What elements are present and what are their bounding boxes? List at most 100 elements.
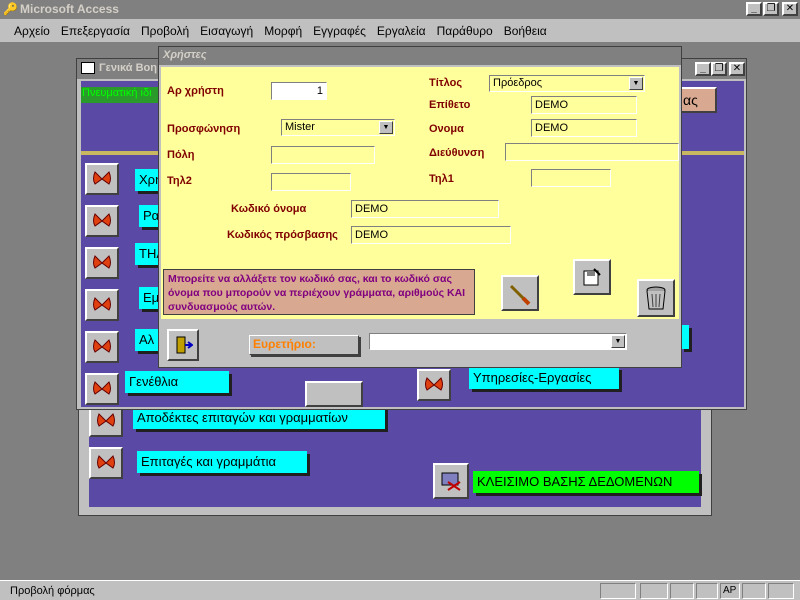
users-form-body: Αρ χρήστη 1 Τίτλος Πρόεδρος ▼ Επίθετο DE… bbox=[161, 67, 679, 319]
exit-door-icon bbox=[176, 336, 193, 354]
users-title: Χρήστες bbox=[163, 49, 207, 61]
menu-edit[interactable]: Επεξεργασία bbox=[61, 24, 130, 38]
phones-menu-button[interactable] bbox=[85, 247, 119, 279]
name-label: Ονομα bbox=[429, 123, 464, 135]
minimize-button[interactable]: _ bbox=[746, 2, 762, 16]
codename-field[interactable]: DEMO bbox=[351, 200, 499, 218]
surname-label: Επίθετο bbox=[429, 99, 471, 111]
menu-tools[interactable]: Εργαλεία bbox=[377, 24, 426, 38]
status-pane-6 bbox=[742, 583, 766, 599]
chevron-down-icon[interactable]: ▼ bbox=[379, 121, 393, 134]
cheques-recipients-label[interactable]: Αποδέκτες επιταγών και γραμματίων bbox=[133, 407, 385, 429]
delete-record-button[interactable] bbox=[637, 279, 675, 317]
address-label: Διεύθυνση bbox=[429, 147, 485, 159]
butterfly-icon bbox=[93, 213, 111, 227]
phone1-label: Τηλ1 bbox=[429, 173, 454, 185]
mid-maximize-button[interactable]: ❐ bbox=[711, 62, 727, 76]
hidden-button[interactable] bbox=[305, 381, 363, 407]
index-dropdown[interactable]: ▼ bbox=[369, 333, 627, 350]
codename-label: Κωδικό όνομα bbox=[231, 203, 307, 215]
close-database-button[interactable] bbox=[433, 463, 469, 499]
name-field[interactable]: DEMO bbox=[531, 119, 637, 137]
menu-bar: Αρχείο Επεξεργασία Προβολή Εισαγωγή Μορφ… bbox=[0, 20, 800, 42]
title-dropdown[interactable]: Πρόεδρος ▼ bbox=[489, 75, 645, 92]
about-button[interactable]: ας bbox=[679, 87, 717, 113]
menu-button-2[interactable] bbox=[85, 205, 119, 237]
password-info-note: Μπορείτε να αλλάξετε τον κωδικό σας, και… bbox=[163, 269, 475, 315]
butterfly-icon bbox=[93, 171, 111, 185]
status-pane-3 bbox=[670, 583, 694, 599]
menu-format[interactable]: Μορφή bbox=[264, 24, 302, 38]
butterfly-icon bbox=[93, 297, 111, 311]
middle-form-title: Γενικά Βοη bbox=[99, 62, 157, 74]
restore-button[interactable]: ❐ bbox=[763, 2, 779, 16]
butterfly-icon bbox=[97, 413, 115, 427]
butterfly-icon bbox=[93, 381, 111, 395]
status-text: Προβολή φόρμας bbox=[10, 585, 95, 597]
users-menu-button[interactable] bbox=[85, 163, 119, 195]
status-mode: AP bbox=[720, 583, 740, 599]
user-no-field[interactable]: 1 bbox=[271, 82, 327, 100]
phone1-field[interactable] bbox=[531, 169, 611, 187]
index-label: Ευρετήριο: bbox=[249, 335, 359, 355]
surname-field[interactable]: DEMO bbox=[531, 96, 637, 114]
menu-button-4[interactable] bbox=[85, 289, 119, 321]
services-menu-button[interactable] bbox=[417, 369, 451, 401]
city-label: Πόλη bbox=[167, 149, 195, 161]
status-pane-2 bbox=[640, 583, 668, 599]
save-record-button[interactable] bbox=[573, 259, 611, 295]
app-title-bar: 🔑 Microsoft Access _ ❐ ✕ bbox=[0, 0, 800, 19]
title-dropdown-value: Πρόεδρος bbox=[493, 77, 543, 89]
users-footer: Ευρετήριο: ▼ bbox=[161, 319, 679, 367]
menu-insert[interactable]: Εισαγωγή bbox=[200, 24, 253, 38]
access-key-icon: 🔑 bbox=[3, 2, 18, 16]
title-label: Τίτλος bbox=[429, 77, 463, 89]
salutation-dropdown[interactable]: Mister ▼ bbox=[281, 119, 395, 136]
chevron-down-icon[interactable]: ▼ bbox=[629, 77, 643, 90]
users-title-bar: Χρήστες bbox=[159, 47, 681, 65]
city-field[interactable] bbox=[271, 146, 375, 164]
menu-file[interactable]: Αρχείο bbox=[14, 24, 50, 38]
trash-icon bbox=[646, 286, 666, 310]
birthdays-menu-button[interactable] bbox=[85, 373, 119, 405]
status-pane-4 bbox=[696, 583, 718, 599]
salutation-label: Προσφώνηση bbox=[167, 123, 241, 135]
birthdays-menu-label[interactable]: Γενέθλια bbox=[125, 371, 229, 393]
close-database-label[interactable]: ΚΛΕΙΣΙΜΟ ΒΑΣΗΣ ΔΕΔΟΜΕΝΩΝ bbox=[473, 471, 699, 493]
butterfly-icon bbox=[425, 377, 443, 391]
butterfly-icon bbox=[97, 455, 115, 469]
status-pane-7 bbox=[768, 583, 794, 599]
services-menu-label[interactable]: Υπηρεσίες-Εργασίες bbox=[469, 367, 619, 389]
password-field[interactable]: DEMO bbox=[351, 226, 511, 244]
hidden-label-edge bbox=[681, 325, 689, 349]
chevron-down-icon[interactable]: ▼ bbox=[611, 335, 625, 348]
mid-minimize-button[interactable]: _ bbox=[695, 62, 711, 76]
user-no-label: Αρ χρήστη bbox=[167, 85, 224, 97]
mid-close-button[interactable]: ✕ bbox=[729, 62, 745, 76]
butterfly-icon bbox=[93, 339, 111, 353]
menu-view[interactable]: Προβολή bbox=[141, 24, 189, 38]
menu-window[interactable]: Παράθυρο bbox=[437, 24, 493, 38]
menu-help[interactable]: Βοήθεια bbox=[504, 24, 547, 38]
save-icon bbox=[583, 268, 601, 286]
menu-records[interactable]: Εγγραφές bbox=[313, 24, 366, 38]
close-database-icon bbox=[441, 472, 461, 491]
exit-button[interactable] bbox=[167, 329, 199, 361]
status-pane-1 bbox=[600, 583, 636, 599]
phone2-field[interactable] bbox=[271, 173, 351, 191]
butterfly-icon bbox=[93, 255, 111, 269]
status-bar: Προβολή φόρμας AP bbox=[0, 580, 800, 600]
address-field[interactable] bbox=[505, 143, 679, 161]
cheques-button[interactable] bbox=[89, 447, 123, 479]
edit-record-button[interactable] bbox=[501, 275, 539, 311]
app-title: Microsoft Access bbox=[20, 2, 119, 16]
cheques-label[interactable]: Επιταγές και γραμμάτια bbox=[137, 451, 307, 473]
salutation-dropdown-value: Mister bbox=[285, 121, 315, 133]
password-label: Κωδικός πρόσβασης bbox=[227, 229, 338, 241]
users-dialog: Χρήστες Αρ χρήστη 1 Τίτλος Πρόεδρος ▼ Επ… bbox=[158, 46, 682, 368]
form-icon bbox=[81, 62, 95, 74]
close-button[interactable]: ✕ bbox=[782, 2, 798, 16]
brush-icon bbox=[509, 284, 531, 306]
phone2-label: Τηλ2 bbox=[167, 175, 192, 187]
menu-button-5[interactable] bbox=[85, 331, 119, 363]
